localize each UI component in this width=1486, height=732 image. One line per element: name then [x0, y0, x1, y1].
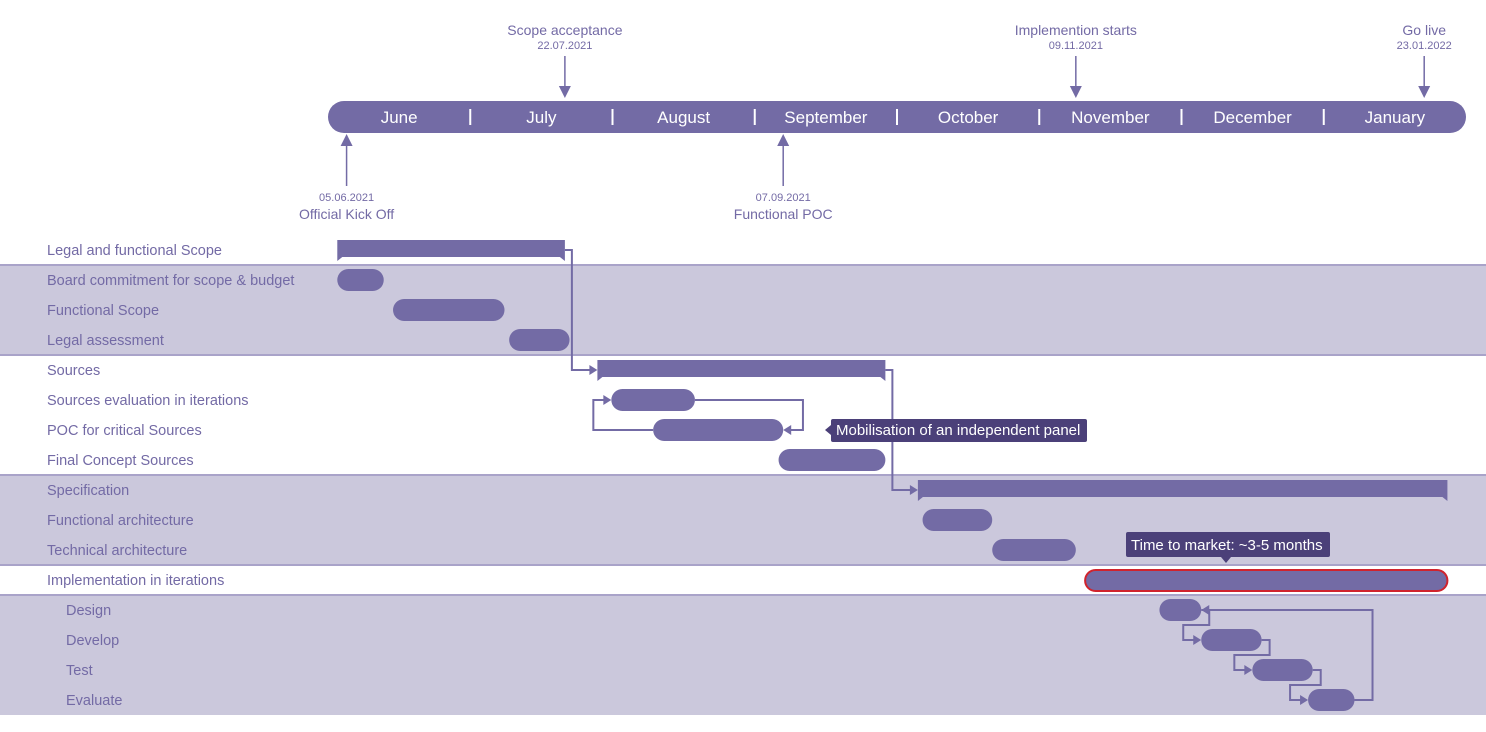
- task-label: Functional Scope: [47, 303, 159, 319]
- timeline-axis: June July August September October November De…: [328, 101, 1466, 133]
- task-label: Develop: [66, 633, 119, 649]
- milestone-name: Scope acceptance: [507, 22, 622, 38]
- highlighted-bar: [1084, 569, 1449, 592]
- milestone-date: 05.06.2021: [319, 192, 374, 204]
- milestone-date: 22.07.2021: [537, 40, 592, 52]
- row-band: [0, 325, 1486, 355]
- month-label: September: [784, 108, 867, 127]
- task-label: Evaluate: [66, 693, 122, 709]
- task-label: Legal assessment: [47, 333, 164, 349]
- task-bar: [778, 449, 886, 471]
- month-label: August: [657, 108, 710, 127]
- callout-pointer: [825, 425, 831, 435]
- task-bar: [337, 269, 384, 291]
- milestone-date: 23.01.2022: [1397, 40, 1452, 52]
- callout: Mobilisation of an independent panel: [825, 419, 1087, 442]
- milestone-name: Official Kick Off: [299, 206, 394, 222]
- milestone: Scope acceptance 22.07.2021: [507, 22, 623, 98]
- task-bar: [992, 539, 1076, 561]
- task-label: Implementation in iterations: [47, 573, 224, 589]
- task-label: Legal and functional Scope: [47, 243, 222, 259]
- callout-text: Mobilisation of an independent panel: [836, 422, 1080, 439]
- summary-bar: [597, 360, 886, 381]
- task-bar: [393, 299, 505, 321]
- task-label: Board commitment for scope & budget: [47, 273, 294, 289]
- arrow-down-icon: [1069, 86, 1082, 98]
- task-bar: [922, 509, 993, 531]
- row-band: [0, 505, 1486, 535]
- arrow-left-icon: [783, 425, 792, 435]
- month-label: October: [938, 108, 999, 127]
- milestone-date: 07.09.2021: [756, 192, 811, 204]
- milestone-name: Implemention starts: [1015, 22, 1137, 38]
- callout-text: Time to market: ~3-5 months: [1131, 537, 1323, 554]
- milestone: 05.06.2021 Official Kick Off: [299, 134, 394, 222]
- row-band: [0, 295, 1486, 325]
- arrow-right-icon: [603, 395, 612, 405]
- month-label: June: [381, 108, 418, 127]
- milestone: Implemention starts 09.11.2021: [1015, 22, 1137, 98]
- month-label: December: [1213, 108, 1292, 127]
- month-label: January: [1365, 108, 1426, 127]
- month-label: July: [526, 108, 557, 127]
- month-label: November: [1071, 108, 1150, 127]
- milestone-date: 09.11.2021: [1049, 40, 1103, 52]
- task-label: Technical architecture: [47, 543, 187, 559]
- task-label: Sources evaluation in iterations: [47, 393, 249, 409]
- task-label: Sources: [47, 363, 100, 379]
- task-bar: [1308, 689, 1355, 711]
- task-label: POC for critical Sources: [47, 423, 202, 439]
- task-label: Design: [66, 603, 111, 619]
- arrow-right-icon: [589, 365, 598, 375]
- arrow-down-icon: [1418, 86, 1431, 98]
- row-band: [0, 685, 1486, 715]
- milestone: 07.09.2021 Functional POC: [734, 134, 833, 222]
- arrow-down-icon: [558, 86, 571, 98]
- task-label: Test: [66, 663, 93, 679]
- milestone-name: Functional POC: [734, 206, 833, 222]
- milestone-name: Go live: [1402, 22, 1446, 38]
- task-label: Specification: [47, 483, 129, 499]
- task-bar: [1159, 599, 1202, 621]
- task-bar: [1252, 659, 1313, 681]
- summary-bar: [337, 240, 565, 261]
- task-bar: [509, 329, 570, 351]
- task-label: Final Concept Sources: [47, 453, 194, 469]
- task-label: Functional architecture: [47, 513, 194, 529]
- task-bar: [611, 389, 695, 411]
- task-bar: [653, 419, 784, 441]
- milestone: Go live 23.01.2022: [1397, 22, 1452, 98]
- gantt-chart: June July August September October November De…: [0, 22, 1486, 715]
- task-bar: [1201, 629, 1262, 651]
